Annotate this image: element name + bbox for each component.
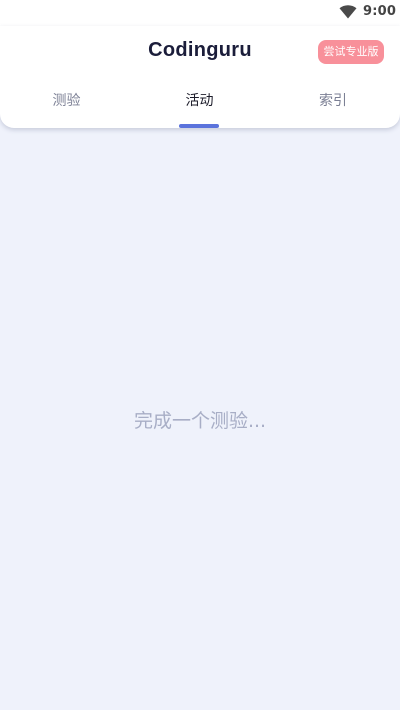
- tab-index-label: 索引: [319, 93, 347, 109]
- app-header: Codinguru 尝试专业版 测验 活动 索引: [0, 26, 400, 128]
- tab-activity[interactable]: 活动: [133, 90, 266, 128]
- tab-quiz-label: 测验: [52, 93, 81, 109]
- tab-quiz[interactable]: 测验: [0, 90, 133, 128]
- tab-index[interactable]: 索引: [266, 90, 400, 128]
- status-time: 9:00: [363, 4, 397, 19]
- try-pro-button[interactable]: 尝试专业版: [318, 40, 384, 64]
- active-tab-indicator: [179, 124, 219, 128]
- empty-state-message: 完成一个测验...: [133, 410, 267, 432]
- tab-activity-label: 活动: [185, 93, 214, 109]
- status-bar: 9:00: [0, 0, 400, 26]
- wifi-icon: [339, 5, 357, 19]
